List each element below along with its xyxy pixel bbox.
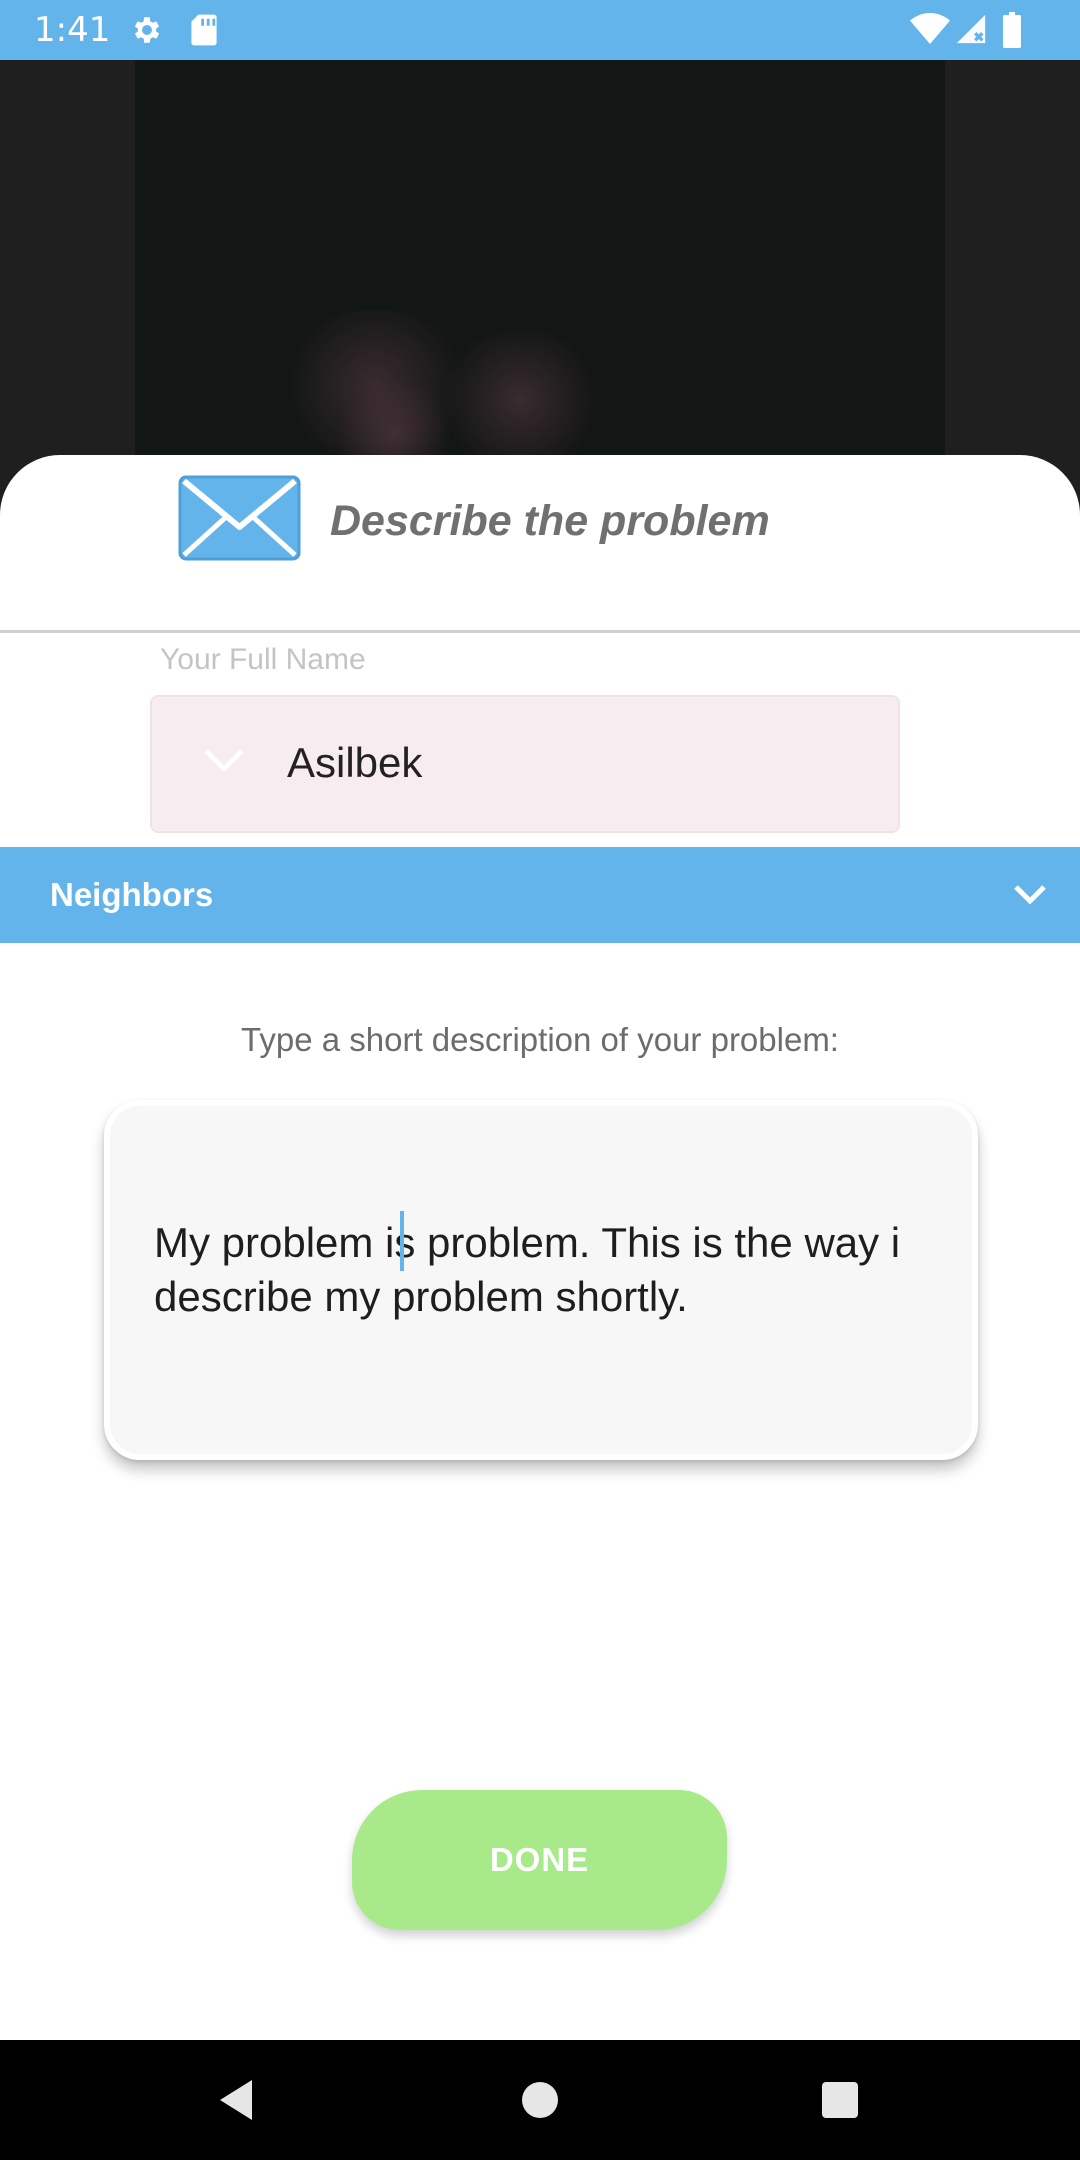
home-icon[interactable]: [522, 2082, 558, 2118]
problem-sheet: Describe the problem Your Full Name Asil…: [0, 455, 1080, 2040]
description-text: My problem is problem. This is the way i…: [154, 1219, 901, 1320]
status-time: 1:41: [34, 10, 111, 50]
chevron-down-icon: [1014, 885, 1046, 905]
sheet-header: Describe the problem: [0, 455, 1080, 630]
battery-icon: [1003, 12, 1021, 48]
status-right-icons: [910, 12, 1050, 48]
back-icon[interactable]: [216, 2078, 256, 2122]
gear-icon: [134, 17, 160, 43]
description-prompt: Type a short description of your problem…: [241, 1021, 839, 1058]
chevron-down-icon: [204, 749, 244, 773]
navigation-bar: [0, 2040, 1080, 2160]
status-bar: 1:41: [0, 0, 1080, 60]
recents-icon[interactable]: [822, 2082, 858, 2118]
wifi-icon: [910, 13, 950, 44]
neighbors-dropdown[interactable]: Neighbors: [0, 847, 1080, 943]
sd-card-icon: [191, 14, 217, 46]
description-textarea[interactable]: My problem is problem. This is the way i…: [104, 1100, 978, 1460]
mail-icon: [178, 475, 301, 561]
sheet-title: Describe the problem: [330, 497, 770, 545]
full-name-value: Asilbek: [287, 739, 423, 786]
signal-icon: [956, 14, 986, 44]
full-name-dropdown[interactable]: Asilbek: [150, 695, 900, 833]
text-caret: [400, 1211, 404, 1271]
neighbors-label: Neighbors: [50, 876, 214, 913]
done-button[interactable]: DONE: [352, 1790, 727, 1930]
header-divider: [0, 630, 1080, 633]
background-video: [135, 60, 945, 520]
full-name-label: Your Full Name: [160, 643, 366, 676]
background-area: [0, 60, 1080, 520]
